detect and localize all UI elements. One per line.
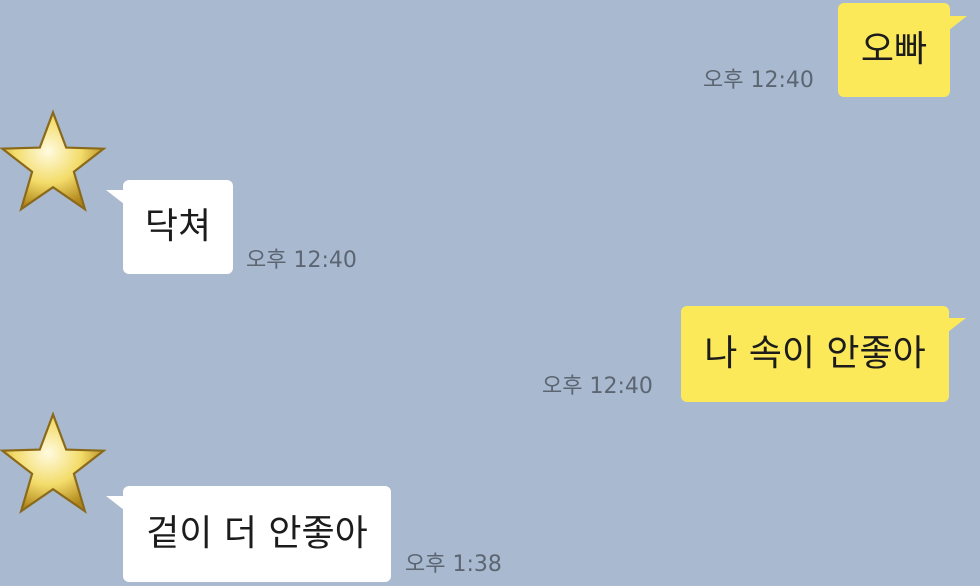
message-timestamp: 오후 1:38 [405,552,502,577]
bubble-tail [948,318,966,332]
bubble-tail [106,190,124,204]
star-icon[interactable] [0,410,108,520]
received-message-bubble[interactable]: 겉이 더 안좋아 [123,486,391,582]
message-timestamp: 오후 12:40 [246,248,357,273]
message-text: 닥쳐 [144,206,212,247]
sent-message-bubble[interactable]: 오빠 [838,3,950,97]
sent-message-bubble[interactable]: 나 속이 안좋아 [681,306,949,402]
message-timestamp: 오후 12:40 [703,68,814,93]
star-icon[interactable] [0,108,108,218]
bubble-tail [949,16,967,30]
message-text: 오빠 [860,29,928,70]
chat-view: 오후 12:40 오빠 닥쳐 오후 12:40 오후 12:40 나 속이 안좋… [0,0,980,586]
message-text: 나 속이 안좋아 [704,333,926,374]
message-text: 겉이 더 안좋아 [146,513,368,554]
bubble-tail [106,496,124,510]
received-message-bubble[interactable]: 닥쳐 [123,180,233,274]
message-timestamp: 오후 12:40 [542,374,653,399]
